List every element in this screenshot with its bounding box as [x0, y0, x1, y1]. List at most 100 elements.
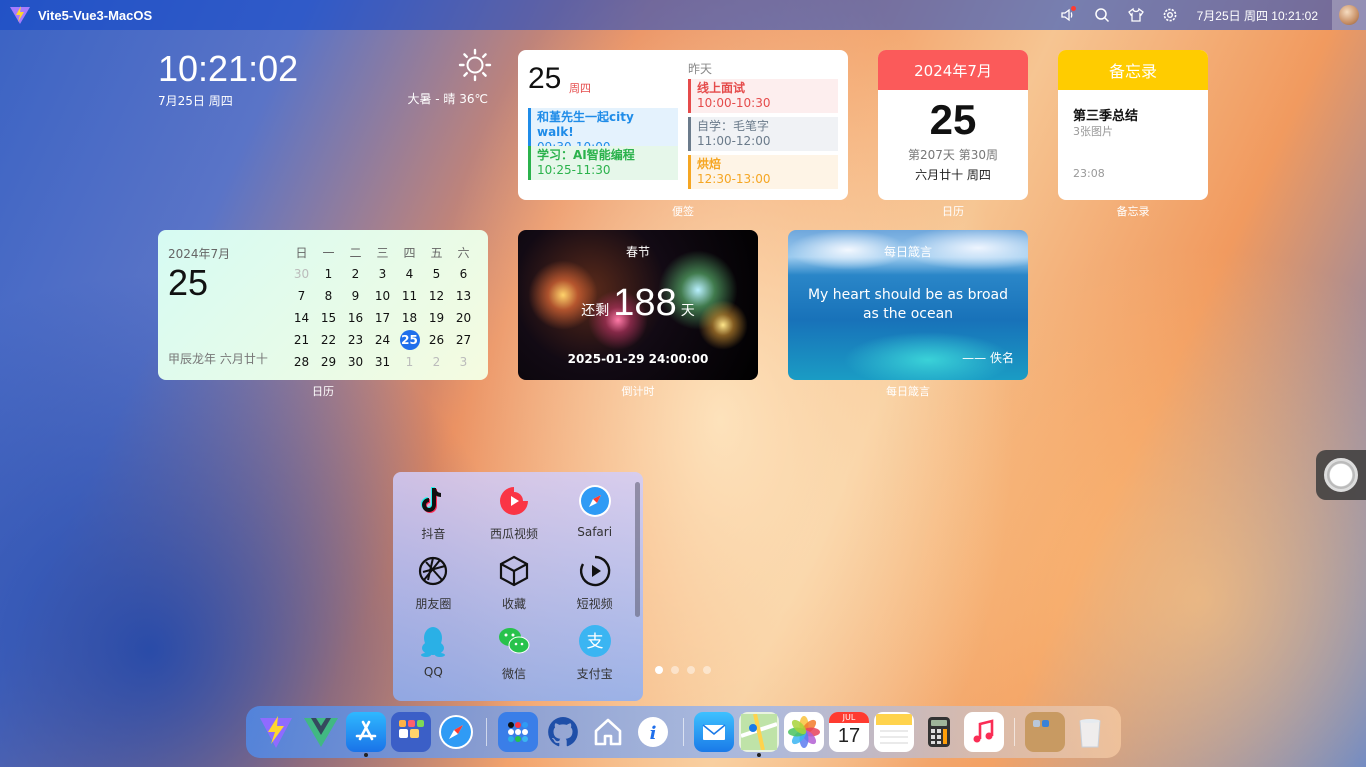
- dock-trash[interactable]: [1070, 712, 1110, 752]
- search-icon[interactable]: [1085, 0, 1119, 30]
- dock-info[interactable]: i: [633, 712, 673, 752]
- calendar-day-cell[interactable]: 14: [288, 307, 315, 329]
- calendar-day-cell[interactable]: 28: [288, 351, 315, 373]
- countdown-row: 还剩 188 天: [518, 282, 758, 325]
- event-item[interactable]: 烘焙 12:30-13:00: [688, 155, 838, 189]
- calendar-day-cell[interactable]: 18: [396, 307, 423, 329]
- app-moments[interactable]: 朋友圈: [393, 552, 474, 622]
- event-item[interactable]: 线上面试 10:00-10:30: [688, 79, 838, 113]
- menubar-datetime[interactable]: 7月25日 周四 10:21:02: [1187, 7, 1332, 24]
- dock-calculator[interactable]: [919, 712, 959, 752]
- app-title[interactable]: Vite5-Vue3-MacOS: [38, 8, 152, 23]
- today-highlight: 25: [399, 330, 420, 350]
- countdown-target-date: 2025-01-29 24:00:00: [567, 352, 709, 366]
- assistive-touch-button[interactable]: [1316, 450, 1366, 500]
- calendar-day-cell[interactable]: 26: [423, 329, 450, 351]
- app-qq[interactable]: QQ: [393, 622, 474, 692]
- app-short-video[interactable]: 短视频: [554, 552, 635, 622]
- calendar-day-cell[interactable]: 8: [315, 285, 342, 307]
- calendar-day-cell[interactable]: 13: [450, 285, 477, 307]
- dock-launchpad[interactable]: [391, 712, 431, 752]
- page-indicator: [655, 666, 711, 674]
- calendar-header: 2024年7月: [878, 50, 1028, 90]
- calendar-day-cell[interactable]: 21: [288, 329, 315, 351]
- vite-logo-icon[interactable]: [10, 6, 30, 24]
- calendar-day-cell[interactable]: 2: [423, 351, 450, 373]
- notes-widget[interactable]: 25 周四 昨天 和堇先生一起city walk! 09:30-10:00 学习…: [518, 50, 848, 200]
- memo-widget[interactable]: 备忘录 第三季总结 3张图片 23:08: [1058, 50, 1208, 200]
- month-calendar-day: 25: [168, 262, 209, 303]
- calendar-day-cell[interactable]: 10: [369, 285, 396, 307]
- app-favorites[interactable]: 收藏: [474, 552, 555, 622]
- calendar-day-cell[interactable]: 4: [396, 263, 423, 285]
- calendar-day-cell[interactable]: 3: [369, 263, 396, 285]
- dock-music[interactable]: [964, 712, 1004, 752]
- calendar-day-cell[interactable]: 7: [288, 285, 315, 307]
- dock-calendar[interactable]: JUL 17: [829, 712, 869, 752]
- page-dot[interactable]: [703, 666, 711, 674]
- calendar-day-cell[interactable]: 3: [450, 351, 477, 373]
- calendar-day-cell[interactable]: 1: [396, 351, 423, 373]
- app-alipay[interactable]: 支 支付宝: [554, 622, 635, 692]
- app-douyin[interactable]: 抖音: [393, 482, 474, 552]
- calendar-day-cell[interactable]: 27: [450, 329, 477, 351]
- calendar-day-cell[interactable]: 9: [342, 285, 369, 307]
- calendar-day-cell[interactable]: 31: [369, 351, 396, 373]
- calendar-day-cell[interactable]: 16: [342, 307, 369, 329]
- page-dot[interactable]: [655, 666, 663, 674]
- app-wechat[interactable]: 微信: [474, 622, 555, 692]
- event-time: 12:30-13:00: [697, 172, 771, 186]
- dock-notes[interactable]: [874, 712, 914, 752]
- dock-finder-folder[interactable]: [1025, 712, 1065, 752]
- dock-app-folder[interactable]: [498, 712, 538, 752]
- dock-app-store[interactable]: [346, 712, 386, 757]
- speaker-icon[interactable]: [1051, 0, 1085, 30]
- weekday-header: 五: [430, 245, 443, 260]
- calendar-day-cell[interactable]: 30: [342, 351, 369, 373]
- weekday-header: 三: [376, 245, 389, 260]
- month-calendar-widget[interactable]: 2024年7月 25 甲辰龙年 六月廿十 日一二三四五六 30 1 2 3 4 5 6 7 8 9 1…: [158, 230, 488, 380]
- calendar-day-cell[interactable]: 19: [423, 307, 450, 329]
- calendar-day-cell[interactable]: 11: [396, 285, 423, 307]
- countdown-widget[interactable]: 春节 还剩 188 天 2025-01-29 24:00:00: [518, 230, 758, 380]
- calendar-day-cell[interactable]: 30: [288, 263, 315, 285]
- calendar-day-cell[interactable]: 5: [423, 263, 450, 285]
- avatar[interactable]: [1332, 0, 1366, 30]
- vite-icon: [260, 716, 292, 748]
- dock-home[interactable]: [588, 712, 628, 752]
- month-calendar-grid: 日一二三四五六 30 1 2 3 4 5 6 7 8 9 10 11 12 13 14 15 16 17 18 19 20…: [288, 241, 478, 373]
- calendar-day-cell[interactable]: 23: [342, 329, 369, 351]
- app-safari[interactable]: Safari: [554, 482, 635, 552]
- calendar-day-cell[interactable]: 6: [450, 263, 477, 285]
- dock-github[interactable]: [543, 712, 583, 752]
- calendar-day-cell[interactable]: 17: [369, 307, 396, 329]
- settings-icon[interactable]: [1153, 0, 1187, 30]
- daily-quote-widget[interactable]: 每日箴言 My heart should be as broad as the …: [788, 230, 1028, 380]
- calendar-day-cell[interactable]: 25: [396, 329, 423, 351]
- page-dot[interactable]: [671, 666, 679, 674]
- calendar-day-cell[interactable]: 12: [423, 285, 450, 307]
- event-item[interactable]: 自学：毛笔字 11:00-12:00: [688, 117, 838, 151]
- calendar-day-cell[interactable]: 29: [315, 351, 342, 373]
- dock-vite[interactable]: [256, 712, 296, 752]
- page-dot[interactable]: [687, 666, 695, 674]
- calendar-day-cell[interactable]: 20: [450, 307, 477, 329]
- calendar-day-cell[interactable]: 15: [315, 307, 342, 329]
- dock-safari[interactable]: [436, 712, 476, 752]
- svg-text:i: i: [650, 723, 657, 744]
- dock-maps[interactable]: [739, 712, 779, 757]
- event-item[interactable]: 学习：AI智能编程 10:25-11:30: [528, 146, 678, 180]
- dock-vue[interactable]: [301, 712, 341, 752]
- calendar-day-cell[interactable]: 22: [315, 329, 342, 351]
- app-label: Safari: [577, 525, 613, 539]
- qq-icon: [414, 622, 452, 660]
- calendar-day-cell[interactable]: 2: [342, 263, 369, 285]
- shirt-icon[interactable]: [1119, 0, 1153, 30]
- dock-photos[interactable]: [784, 712, 824, 752]
- calendar-day-widget[interactable]: 2024年7月 25 第207天 第30周 六月廿十 周四: [878, 50, 1028, 200]
- calendar-day-cell[interactable]: 1: [315, 263, 342, 285]
- app-xigua[interactable]: 西瓜视频: [474, 482, 555, 552]
- dock-mail[interactable]: [694, 712, 734, 752]
- calendar-day-cell[interactable]: 24: [369, 329, 396, 351]
- folder-scrollbar[interactable]: [635, 482, 640, 617]
